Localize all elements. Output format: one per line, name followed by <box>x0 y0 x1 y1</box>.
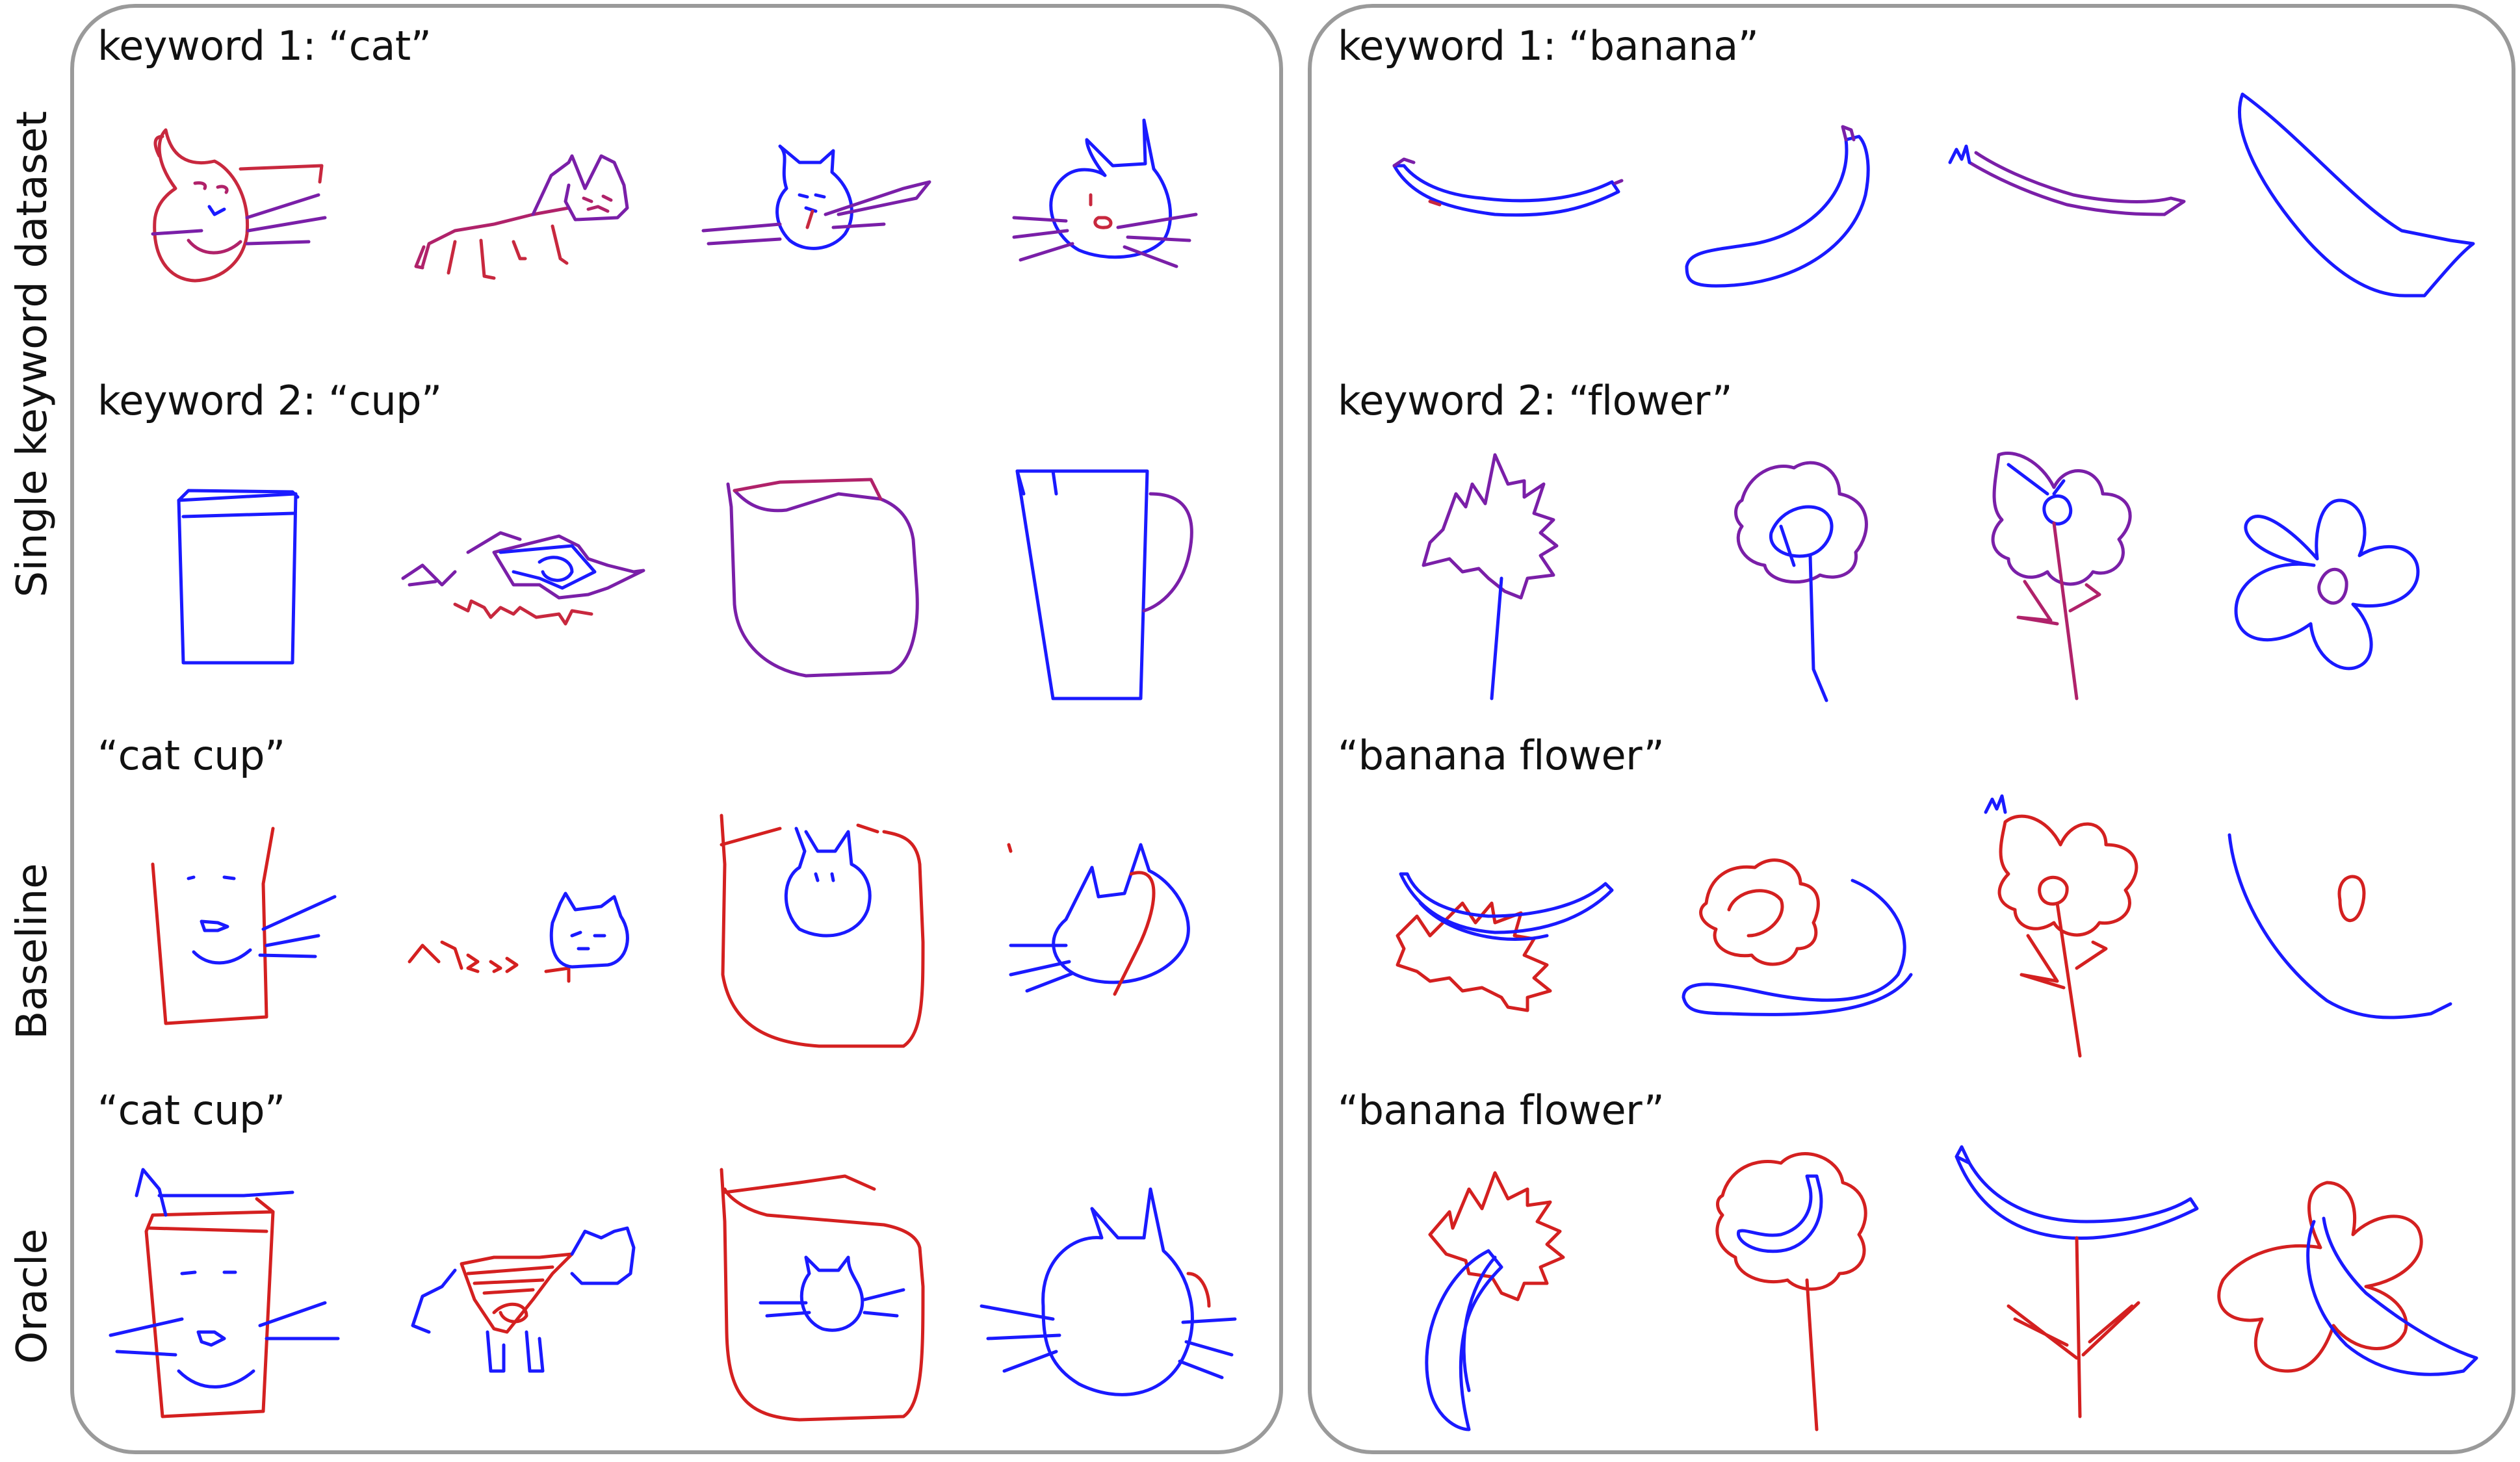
sketch-cat-1 <box>151 128 327 283</box>
sketch-oracle-bf-1 <box>1425 1171 1565 1431</box>
sketch-baseline-catcup-4 <box>1007 843 1190 996</box>
sketch-flower-1 <box>1422 453 1559 700</box>
sketch-baseline-catcup-3 <box>720 814 925 1048</box>
sketch-baseline-bf-1 <box>1396 872 1614 1012</box>
sketch-baseline-bf-2 <box>1682 858 1913 1016</box>
sketch-baseline-bf-3 <box>1984 794 2138 1058</box>
sketch-cup-3 <box>726 478 919 678</box>
sketch-grid <box>109 92 2478 1431</box>
sketch-oracle-bf-3 <box>1955 1145 2199 1418</box>
sketch-cup-1 <box>177 489 300 665</box>
sketch-oracle-catcup-4 <box>980 1187 1237 1396</box>
sketch-flower-3 <box>1991 451 2132 700</box>
sketch-oracle-catcup-2 <box>411 1226 636 1373</box>
sketch-oracle-bf-4 <box>2217 1181 2478 1376</box>
sketch-cup-2 <box>401 531 645 626</box>
sketch-cup-4 <box>1015 469 1193 700</box>
sketch-banana-4 <box>2238 92 2475 298</box>
sketch-oracle-catcup-1 <box>109 1168 340 1418</box>
sketch-banana-2 <box>1685 125 1870 288</box>
sketch-baseline-catcup-2 <box>408 891 629 983</box>
sketch-cat-2 <box>414 154 629 280</box>
sketch-baseline-bf-4 <box>2228 833 2452 1020</box>
sketch-banana-1 <box>1392 157 1624 217</box>
sketch-oracle-catcup-3 <box>720 1168 925 1422</box>
sketch-banana-3 <box>1948 144 2186 216</box>
sketch-oracle-bf-2 <box>1715 1152 1867 1431</box>
sketch-baseline-catcup-1 <box>151 827 337 1025</box>
sketch-cat-4 <box>1012 118 1198 268</box>
sketch-flower-2 <box>1734 461 1868 702</box>
sketch-flower-4 <box>2234 498 2420 671</box>
sketch-cat-3 <box>701 144 931 250</box>
